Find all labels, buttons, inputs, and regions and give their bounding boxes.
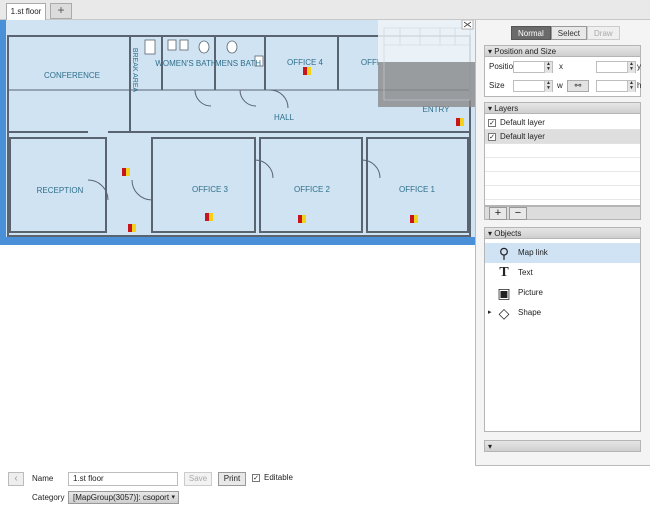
room-label-office-2: OFFICE 2 [294,185,331,194]
stepper-icon[interactable]: ▲ ▼ [627,81,635,92]
position-size-header[interactable]: ▾ Position and Size [484,45,641,57]
section-title: Layers [494,104,519,113]
layer-label: Default layer [500,132,545,141]
marker-icon [205,213,213,221]
room-label-office-4: OFFICE 4 [287,58,324,67]
collapsed-section-header[interactable]: ▾ [484,440,641,452]
back-button[interactable]: ‹ [8,472,24,486]
room-label-womens-bath: WOMEN'S BATH [155,59,217,68]
map-canvas[interactable]: CONFERENCE BREAK AREA WOMEN'S BATH MENS … [0,20,475,245]
category-label: Category [32,493,65,502]
object-shape[interactable]: ▸ ◇ Shape [485,303,640,323]
layer-visible-checkbox[interactable]: ✓ [488,133,496,141]
layers-list: ✓ Default layer ✓ Default layer [484,114,641,206]
room-label-reception: RECEPTION [37,186,84,195]
tab-1st-floor[interactable]: 1.st floor [6,3,46,20]
y-label: y [637,62,641,71]
room-label-office-1: OFFICE 1 [399,185,436,194]
add-tab-button[interactable]: + [50,3,72,19]
shape-icon: ◇ [498,305,510,321]
object-label: Text [518,268,533,277]
mode-toggle: Normal Select Draw [511,26,620,40]
floor-plan: CONFERENCE BREAK AREA WOMEN'S BATH MENS … [0,20,475,245]
size-label: Size [489,81,505,90]
layers-header[interactable]: ▾ Layers [484,102,641,114]
mode-normal-button[interactable]: Normal [511,26,551,40]
category-select[interactable]: [MapGroup(3057)]: csoport ▾ [68,491,179,504]
layer-row-selected[interactable]: ✓ Default layer [485,130,640,144]
object-picture[interactable]: ▣ Picture [485,283,640,303]
section-title: Objects [494,229,522,238]
room-label-hall: HALL [274,113,295,122]
size-h-input[interactable]: ▲ ▼ [596,80,636,92]
object-map-link[interactable]: ⚲ Map link [485,243,640,263]
save-button: Save [184,472,212,486]
layer-row[interactable]: ✓ Default layer [485,116,640,130]
properties-panel: Normal Select Draw ▾ Position and Size P… [475,20,650,466]
text-icon: T [499,265,509,280]
name-label: Name [32,474,54,483]
tab-bar: 1.st floor + [0,0,650,20]
empty-row [485,172,640,186]
minimap-overlay [378,20,475,107]
layer-visible-checkbox[interactable]: ✓ [488,119,496,127]
layer-toolbar: + − [484,206,641,220]
remove-layer-button[interactable]: − [509,207,527,220]
name-input[interactable]: 1.st floor [68,472,178,486]
empty-row [485,144,640,158]
category-value: [MapGroup(3057)]: csoport [73,493,170,502]
x-label: x [559,62,563,71]
picture-icon: ▣ [497,285,511,301]
marker-icon [410,215,418,223]
object-text[interactable]: T Text [485,263,640,283]
print-button[interactable]: Print [218,472,246,486]
expand-arrow-icon[interactable]: ▸ [488,303,492,323]
room-label-conference: CONFERENCE [44,71,100,80]
objects-list: ⚲ Map link T Text ▣ Picture ▸ ◇ Shape [484,239,641,432]
mode-draw-button: Draw [587,26,620,40]
stepper-icon[interactable]: ▲ ▼ [544,62,552,73]
marker-icon [128,224,136,232]
mode-select-button[interactable]: Select [550,26,588,40]
object-label: Shape [518,308,542,317]
size-w-input[interactable]: ▲ ▼ [513,80,553,92]
marker-icon [303,67,311,75]
collapse-arrow-icon: ▾ [488,47,493,56]
editable-label: Editable [264,473,293,482]
stepper-icon[interactable]: ▲ ▼ [544,81,552,92]
position-y-input[interactable]: ▲ ▼ [596,61,636,73]
collapse-arrow-icon: ▾ [488,442,493,451]
layer-label: Default layer [500,118,545,127]
marker-icon [456,118,464,126]
object-label: Picture [518,288,543,297]
marker-icon [122,168,130,176]
add-layer-button[interactable]: + [489,207,507,220]
collapse-arrow-icon: ▾ [488,104,493,113]
chevron-down-icon: ▾ [171,494,175,501]
editable-checkbox[interactable]: ✓ [252,474,260,482]
collapse-arrow-icon: ▾ [488,229,493,238]
empty-row [485,158,640,172]
room-label-office-3: OFFICE 3 [192,185,229,194]
empty-row [485,186,640,200]
section-title: Position and Size [494,47,557,56]
w-label: w [557,81,563,90]
object-label: Map link [518,248,548,257]
position-x-input[interactable]: ▲ ▼ [513,61,553,73]
stepper-icon[interactable]: ▲ ▼ [627,62,635,73]
room-label-break-area: BREAK AREA [131,48,138,93]
objects-header[interactable]: ▾ Objects [484,227,641,239]
room-label-mens-bath: MENS BATH [215,59,261,68]
marker-icon [298,215,306,223]
map-pin-icon: ⚲ [498,245,510,261]
position-size-section: Position ▲ ▼ x ▲ ▼ y Size ▲ ▼ w ⚯ ▲ ▼ h [484,57,641,97]
room-label-office-5: OFFI [361,58,379,67]
h-label: h [637,81,642,90]
aspect-link-icon[interactable]: ⚯ [567,80,589,92]
